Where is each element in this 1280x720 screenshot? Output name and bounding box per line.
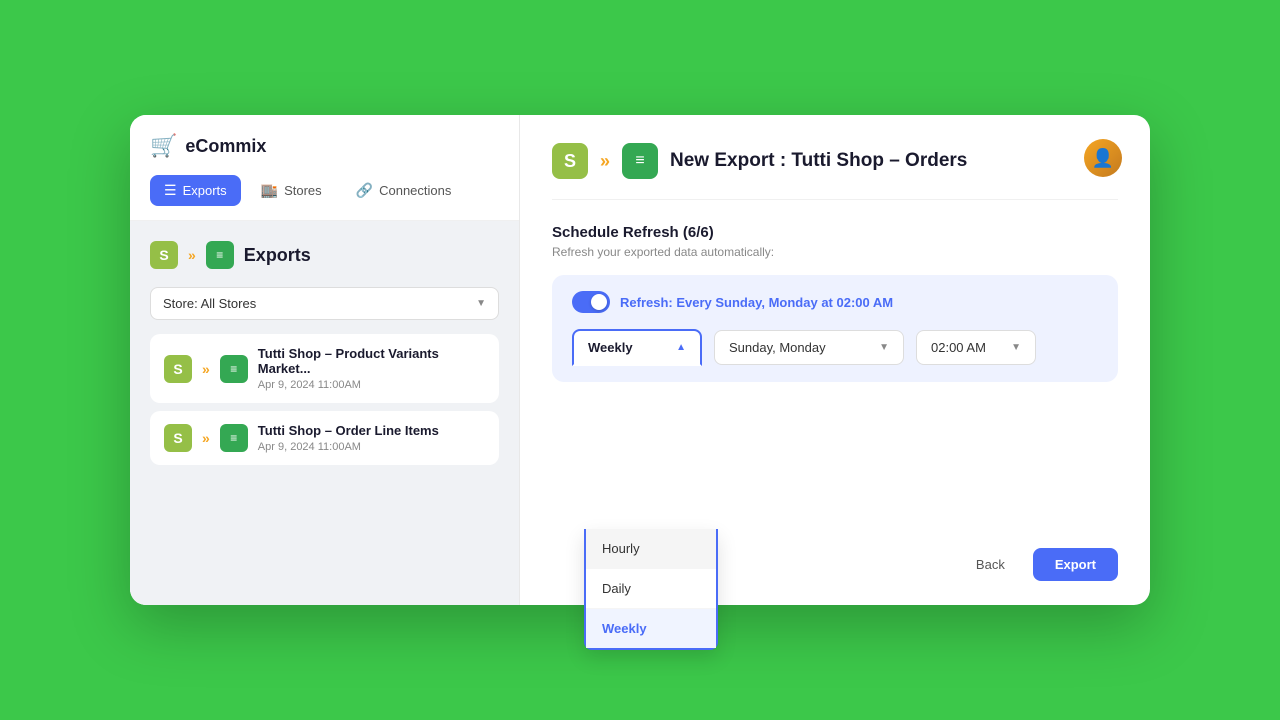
nav-tab-connections[interactable]: 🔗 Connections xyxy=(342,175,466,206)
toggle-knob xyxy=(591,294,607,310)
nav-tabs: ☰ Exports 🏬 Stores 🔗 Connections xyxy=(150,175,499,206)
exports-section-header: S » ≡ Exports xyxy=(150,241,499,269)
arrow-double-icon: » xyxy=(188,247,196,263)
store-filter-dropdown[interactable]: Store: All Stores ▼ xyxy=(150,287,499,320)
frequency-chevron-icon: ▲ xyxy=(676,342,686,353)
frequency-dropdown[interactable]: Weekly ▲ xyxy=(572,329,702,366)
avatar-image: 👤 xyxy=(1084,139,1122,177)
export-header: S » ≡ New Export : Tutti Shop – Orders xyxy=(552,143,1118,200)
export-item-1[interactable]: S » ≡ Tutti Shop – Product Variants Mark… xyxy=(150,334,499,403)
option-weekly-label: Weekly xyxy=(602,621,647,636)
days-chevron-icon: ▼ xyxy=(879,342,889,353)
time-chevron-icon: ▼ xyxy=(1011,342,1021,353)
export-item-2[interactable]: S » ≡ Tutti Shop – Order Line Items Apr … xyxy=(150,411,499,465)
export-item-2-shopify-icon: S xyxy=(164,424,192,452)
exports-icon: ☰ xyxy=(164,182,177,199)
option-daily[interactable]: Daily xyxy=(586,569,716,609)
nav-tab-exports-label: Exports xyxy=(183,183,227,198)
refresh-box: Refresh: Every Sunday, Monday at 02:00 A… xyxy=(552,275,1118,382)
schedule-title: Schedule Refresh (6/6) xyxy=(552,224,1118,241)
schedule-subtitle: Refresh your exported data automatically… xyxy=(552,245,1118,259)
export-item-1-sheets-icon: ≡ xyxy=(220,355,248,383)
avatar: 👤 xyxy=(1084,139,1122,177)
right-panel: 👤 S » ≡ New Export : Tutti Shop – Orders… xyxy=(520,115,1150,605)
logo-icon: 🛒 xyxy=(150,133,177,159)
shopify-icon-medium: S xyxy=(552,143,588,179)
connections-icon: 🔗 xyxy=(356,182,373,199)
back-button[interactable]: Back xyxy=(960,548,1021,581)
option-weekly[interactable]: Weekly xyxy=(586,609,716,648)
export-item-1-shopify-icon: S xyxy=(164,355,192,383)
logo-area: 🛒 eCommix xyxy=(150,133,499,159)
export-item-1-info: Tutti Shop – Product Variants Market... … xyxy=(258,346,485,391)
export-title: New Export : Tutti Shop – Orders xyxy=(670,150,967,172)
exports-section-title: Exports xyxy=(244,245,311,266)
sidebar-content: S » ≡ Exports Store: All Stores ▼ S » ≡ … xyxy=(130,221,519,605)
store-filter-chevron: ▼ xyxy=(476,298,486,309)
time-selected: 02:00 AM xyxy=(931,340,986,355)
export-item-2-sheets-icon: ≡ xyxy=(220,424,248,452)
refresh-toggle-row: Refresh: Every Sunday, Monday at 02:00 A… xyxy=(572,291,1098,313)
sheets-icon-small: ≡ xyxy=(206,241,234,269)
schedule-section: Schedule Refresh (6/6) Refresh your expo… xyxy=(552,224,1118,382)
time-dropdown[interactable]: 02:00 AM ▼ xyxy=(916,330,1036,365)
arrow-double-md-icon: » xyxy=(600,151,610,172)
export-item-2-info: Tutti Shop – Order Line Items Apr 9, 202… xyxy=(258,423,485,453)
export-item-1-arrow: » xyxy=(202,361,210,377)
frequency-selected: Weekly xyxy=(588,340,633,355)
store-filter-label: Store: All Stores xyxy=(163,296,256,311)
days-dropdown[interactable]: Sunday, Monday ▼ xyxy=(714,330,904,365)
nav-tab-exports[interactable]: ☰ Exports xyxy=(150,175,241,206)
dropdowns-row: Weekly ▲ Sunday, Monday ▼ 02:00 AM ▼ xyxy=(572,329,1098,366)
sheets-icon-medium: ≡ xyxy=(622,143,658,179)
option-daily-label: Daily xyxy=(602,581,631,596)
option-hourly-label: Hourly xyxy=(602,541,640,556)
refresh-text: Refresh: Every Sunday, Monday at 02:00 A… xyxy=(620,295,893,310)
toggle-switch[interactable] xyxy=(572,291,610,313)
nav-tab-stores-label: Stores xyxy=(284,183,322,198)
nav-tab-connections-label: Connections xyxy=(379,183,451,198)
export-item-1-date: Apr 9, 2024 11:00AM xyxy=(258,379,485,391)
app-name: eCommix xyxy=(185,136,266,157)
nav-tab-stores[interactable]: 🏬 Stores xyxy=(247,175,336,206)
export-list: S » ≡ Tutti Shop – Product Variants Mark… xyxy=(150,334,499,465)
option-hourly[interactable]: Hourly xyxy=(586,529,716,569)
export-item-2-date: Apr 9, 2024 11:00AM xyxy=(258,441,485,453)
days-selected: Sunday, Monday xyxy=(729,340,826,355)
export-item-2-name: Tutti Shop – Order Line Items xyxy=(258,423,485,438)
sidebar-header: 🛒 eCommix ☰ Exports 🏬 Stores 🔗 Connectio… xyxy=(130,115,519,221)
export-button[interactable]: Export xyxy=(1033,548,1118,581)
stores-icon: 🏬 xyxy=(261,182,278,199)
frequency-dropdown-menu: Hourly Daily Weekly xyxy=(584,529,718,650)
sidebar: 🛒 eCommix ☰ Exports 🏬 Stores 🔗 Connectio… xyxy=(130,115,520,605)
export-item-2-arrow: » xyxy=(202,430,210,446)
shopify-icon-small: S xyxy=(150,241,178,269)
export-item-1-name: Tutti Shop – Product Variants Market... xyxy=(258,346,485,376)
